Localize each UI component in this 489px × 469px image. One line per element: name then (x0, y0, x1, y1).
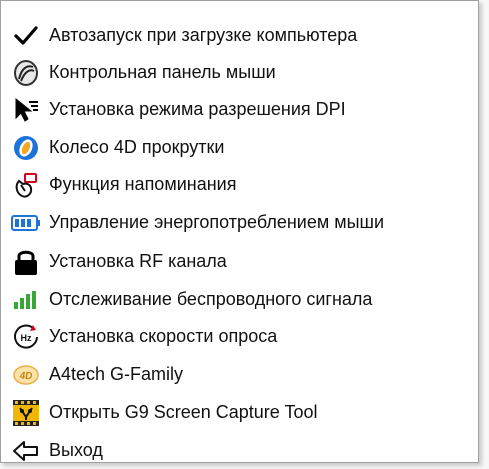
menu-item-dpi[interactable]: Установка режима разрешения DPI (3, 91, 476, 128)
polling-rate-icon: Hz (3, 318, 49, 355)
menu-item-power[interactable]: Управление энергопотреблением мыши (3, 204, 476, 241)
menu-item-label: Установка скорости опроса (49, 326, 278, 346)
menu-item-label: Отслеживание беспроводного сигнала (49, 289, 373, 309)
menu-item-rf-channel[interactable]: Установка RF канала (3, 243, 476, 280)
menu-item-label: Автозапуск при загрузке компьютера (49, 25, 358, 45)
menu-item-g-family[interactable]: 4D A4tech G-Family (3, 356, 476, 393)
battery-icon (3, 204, 49, 241)
menu-item-label: Установка RF канала (49, 251, 227, 271)
g-family-logo-icon: 4D (3, 356, 49, 393)
menu-item-label: Управление энергопотреблением мыши (49, 212, 385, 232)
polling-rate-icon-text: Hz (21, 333, 32, 343)
reminder-icon (3, 166, 49, 203)
menu-item-mouse-panel[interactable]: Контрольная панель мыши (3, 54, 476, 91)
menu-item-label: Открыть G9 Screen Capture Tool (49, 402, 318, 422)
menu-item-label: A4tech G-Family (49, 364, 184, 384)
lock-icon (3, 243, 49, 280)
menu-item-4d-wheel[interactable]: Колесо 4D прокрутки (3, 129, 476, 166)
g-family-logo-text: 4D (19, 371, 33, 382)
dpi-cursor-icon (3, 91, 49, 128)
screen-capture-icon (3, 394, 49, 431)
scroll-wheel-icon (3, 129, 49, 166)
checkmark-icon (3, 17, 49, 54)
menu-item-label: Установка режима разрешения DPI (49, 99, 346, 119)
menu-item-label: Контрольная панель мыши (49, 62, 276, 82)
menu-item-label: Выход (49, 440, 103, 460)
menu-item-label: Колесо 4D прокрутки (49, 137, 225, 157)
menu-item-autostart[interactable]: Автозапуск при загрузке компьютера (3, 17, 476, 54)
menu-item-signal[interactable]: Отслеживание беспроводного сигнала (3, 281, 476, 318)
menu-item-polling-rate[interactable]: Hz Установка скорости опроса (3, 318, 476, 355)
menu-item-label: Функция напоминания (49, 174, 237, 194)
menu-item-exit[interactable]: Выход (3, 432, 476, 469)
exit-arrow-icon (3, 432, 49, 469)
mouse-panel-icon (3, 54, 49, 91)
menu-item-reminder[interactable]: Функция напоминания (3, 166, 476, 203)
context-menu: Автозапуск при загрузке компьютера Контр… (0, 0, 479, 463)
signal-bars-icon (3, 281, 49, 318)
menu-item-screen-capture[interactable]: Открыть G9 Screen Capture Tool (3, 394, 476, 431)
